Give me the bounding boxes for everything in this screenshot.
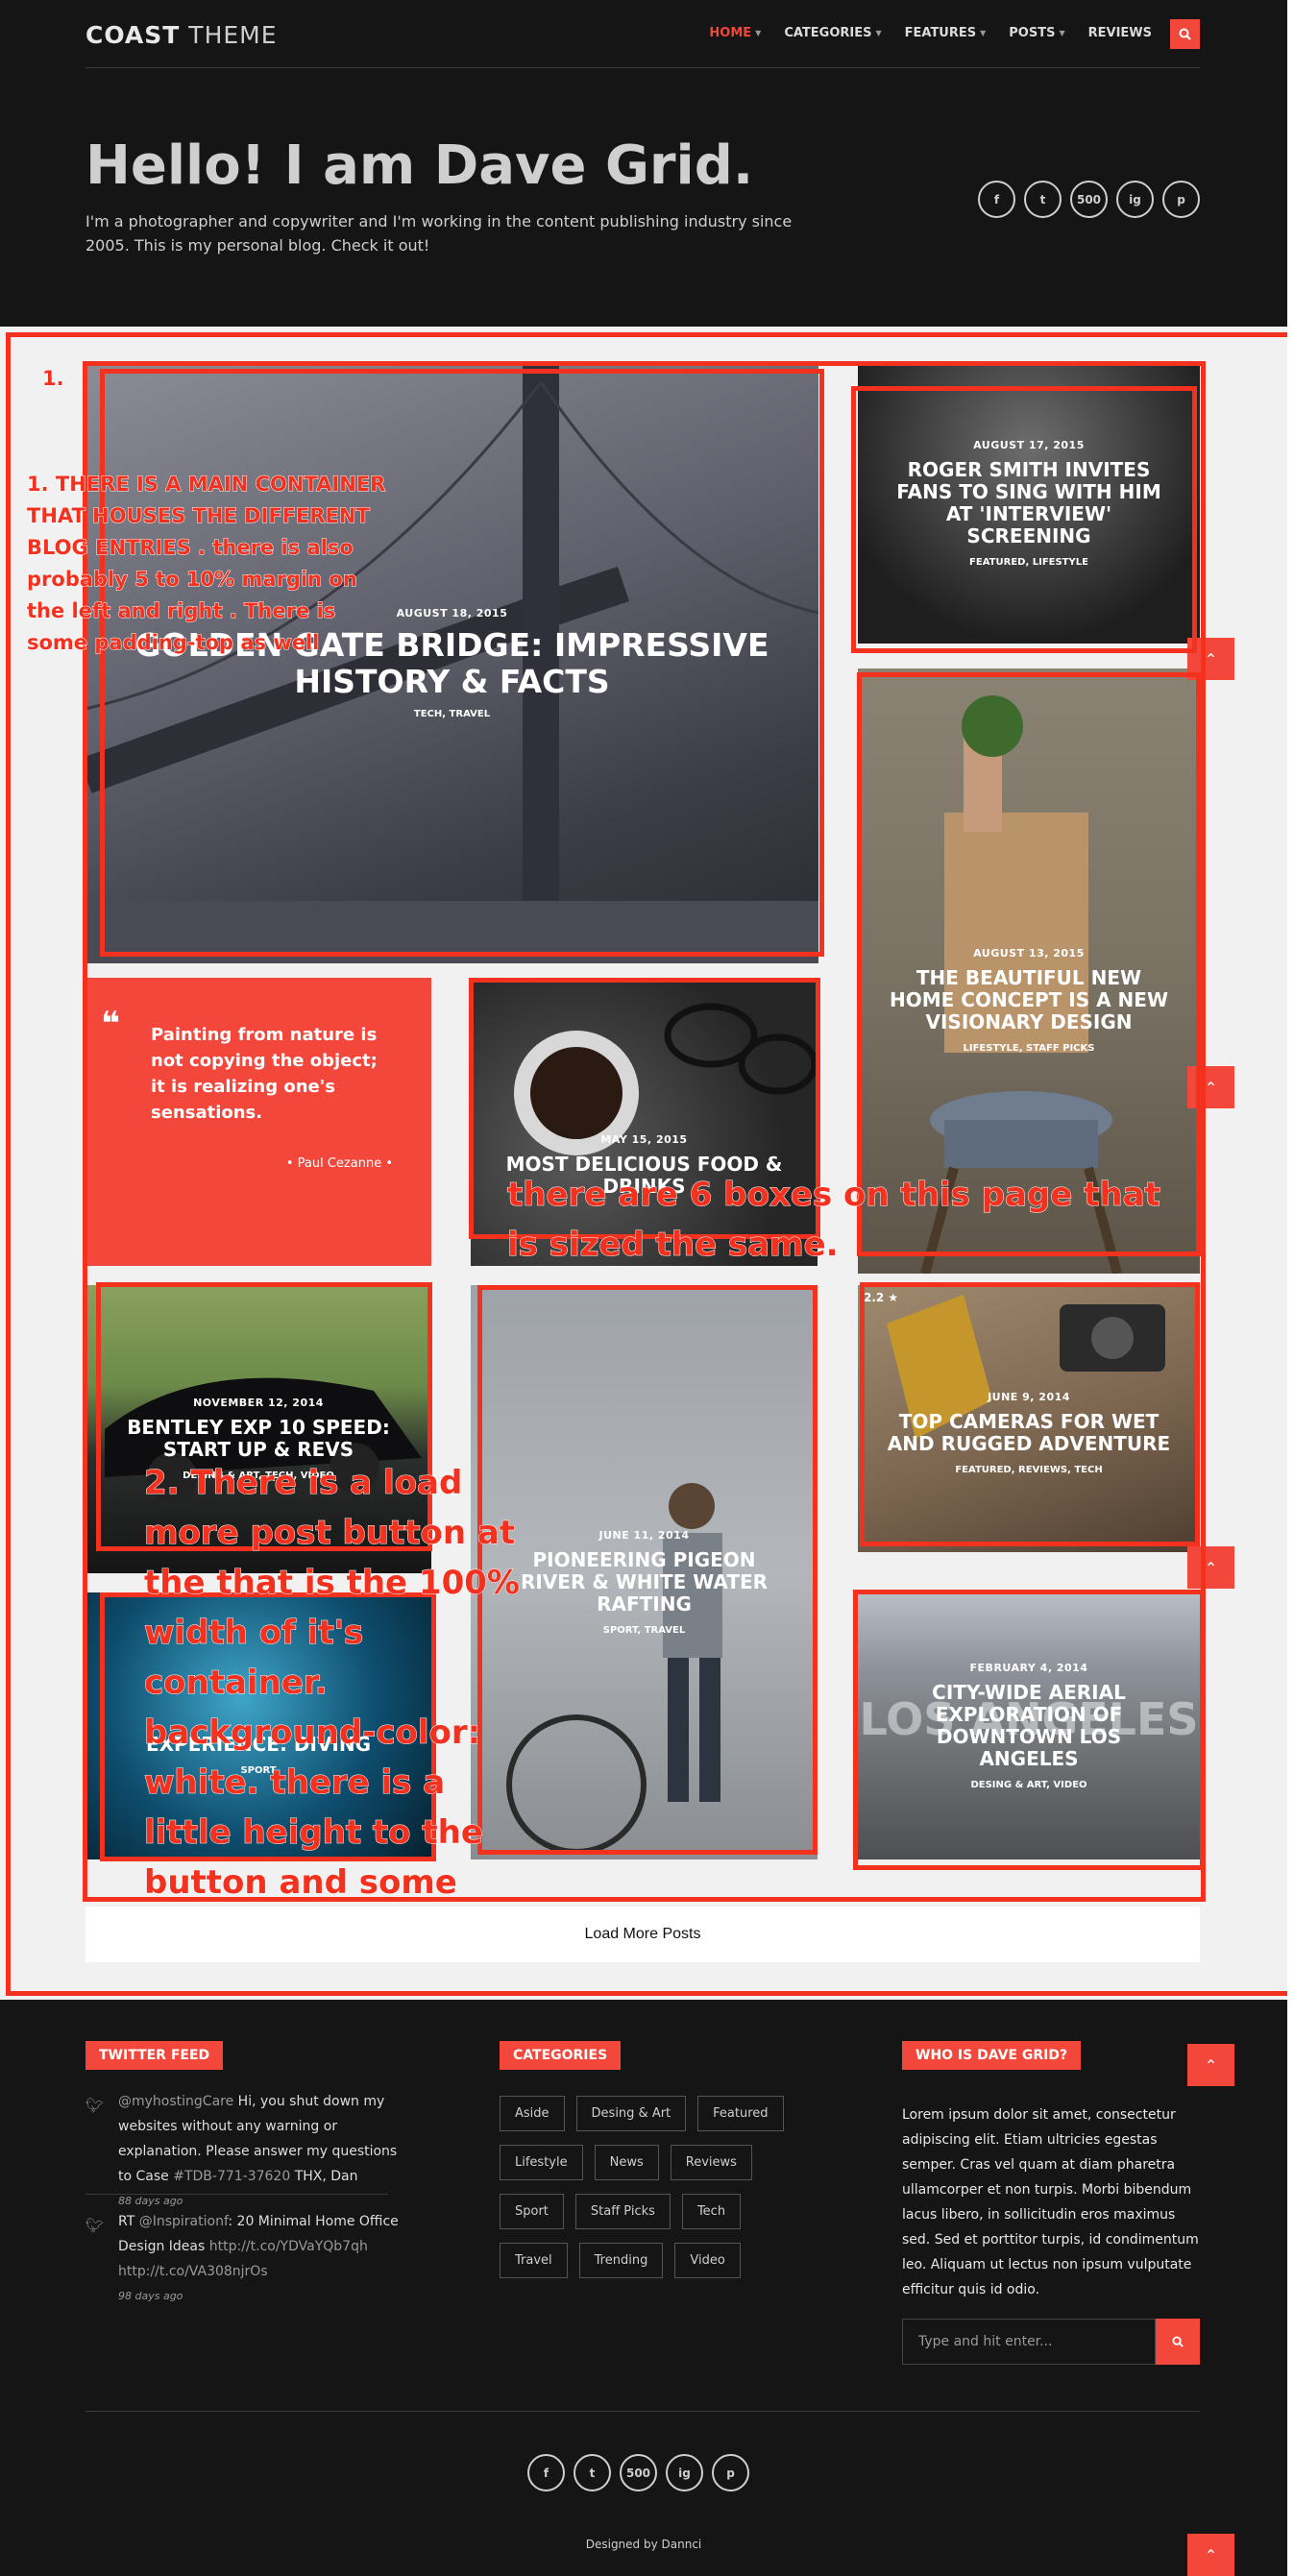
tweet-item: 🐦︎ RT @Inspirationf: 20 Minimal Home Off… (85, 2209, 403, 2309)
nav-search-button[interactable] (1170, 19, 1200, 49)
page-edge (1287, 0, 1294, 2576)
tweet-link[interactable]: #TDB-771-37620 (173, 2169, 290, 2184)
category-tag[interactable]: Lifestyle (500, 2145, 583, 2180)
footer-search-input[interactable]: Type and hit enter... (902, 2319, 1156, 2365)
post-roger-smith[interactable]: AUGUST 17, 2015 ROGER SMITH INVITES FANS… (858, 363, 1200, 644)
header-social-links: f t 500 ig p (978, 181, 1200, 218)
facebook-icon[interactable]: f (978, 181, 1015, 218)
post-golden-gate[interactable]: AUGUST 18, 2015 GOLDEN GATE BRIDGE: IMPR… (85, 363, 818, 963)
twitter-bird-icon: 🐦︎ (85, 2097, 105, 2114)
annotation-number-1: 1. (42, 367, 65, 391)
500px-icon[interactable]: 500 (1070, 181, 1108, 218)
post-date: NOVEMBER 12, 2014 (193, 1397, 324, 1409)
footer-credit: Designed by Dannci (585, 2538, 702, 2551)
category-tag[interactable]: Desing & Art (575, 2096, 687, 2131)
scroll-up-button[interactable]: ⌃ (1187, 2534, 1234, 2576)
categories-title: CATEGORIES (500, 2041, 622, 2070)
about-title: WHO IS DAVE GRID? (902, 2041, 1082, 2070)
site-logo[interactable]: COAST THEME (85, 21, 278, 49)
tweet-divider (85, 2194, 388, 2195)
post-title[interactable]: BENTLEY EXP 10 SPEED: START UP & REVS (85, 1417, 431, 1461)
post-date: FEBRUARY 4, 2014 (969, 1662, 1088, 1674)
main-posts-container: AUGUST 18, 2015 GOLDEN GATE BRIDGE: IMPR… (0, 327, 1294, 2000)
post-title[interactable]: CITY-WIDE AERIAL EXPLORATION OF DOWNTOWN… (858, 1682, 1200, 1770)
chevron-down-icon: ▼ (1059, 29, 1065, 37)
tweet-prefix: RT (118, 2214, 139, 2229)
quote-card: ❝ Painting from nature is not copying th… (85, 978, 431, 1266)
pinterest-icon[interactable]: p (1162, 181, 1200, 218)
nav-features[interactable]: FEATURES ▼ (905, 26, 987, 40)
footer-divider (85, 2411, 1200, 2412)
category-tag[interactable]: Aside (500, 2096, 565, 2131)
category-tag[interactable]: Tech (681, 2194, 742, 2229)
category-tag[interactable]: Staff Picks (574, 2194, 671, 2229)
post-categories[interactable]: FEATURED, LIFESTYLE (858, 557, 1200, 568)
footer-search-button[interactable] (1156, 2319, 1200, 2365)
annotation-note-2: 2. There is a load more post button at t… (144, 1464, 521, 1953)
top-navbar: COAST THEME HOME ▼ CATEGORIES ▼ FEATURES ▼ … (85, 0, 1200, 68)
post-date: MAY 15, 2015 (600, 1132, 688, 1146)
nav-categories[interactable]: CATEGORIES ▼ (784, 26, 881, 40)
chevron-down-icon: ▼ (755, 29, 762, 37)
category-tag[interactable]: News (594, 2145, 659, 2180)
scroll-up-button[interactable]: ⌃ (1187, 638, 1234, 680)
twitter-icon[interactable]: t (574, 2454, 611, 2491)
search-icon (1172, 2336, 1184, 2347)
tweet-handle[interactable]: @Inspirationf (139, 2214, 229, 2229)
nav-reviews[interactable]: REVIEWS (1088, 26, 1152, 40)
twitter-feed-title: TWITTER FEED (85, 2041, 224, 2070)
load-more-button[interactable]: Load More Posts (85, 1907, 1200, 1962)
about-text: Lorem ipsum dolor sit amet, consectetur … (902, 2107, 1199, 2297)
nav-posts[interactable]: POSTS ▼ (1009, 26, 1064, 40)
category-tags: Aside Desing & Art Featured Lifestyle Ne… (500, 2096, 788, 2278)
twitter-icon[interactable]: t (1024, 181, 1062, 218)
annotation-note-1: 1. THERE IS A MAIN CONTAINER THAT HOUSES… (27, 473, 386, 655)
scroll-up-button[interactable]: ⌃ (1187, 2044, 1234, 2086)
post-categories[interactable]: DESING & ART, VIDEO (858, 1780, 1200, 1790)
post-title[interactable]: ROGER SMITH INVITES FANS TO SING WITH HI… (858, 459, 1200, 547)
post-date: AUGUST 17, 2015 (973, 439, 1085, 451)
tweet-time: 98 days ago (118, 2290, 183, 2302)
footer-social-links: f t 500 ig p (527, 2454, 749, 2491)
tweet-tail: THX, Dan (290, 2169, 358, 2184)
rating-badge: 2.2 ★ (864, 1291, 899, 1304)
scroll-up-button[interactable]: ⌃ (1187, 1066, 1234, 1108)
quote-author: • Paul Cezanne • (285, 1156, 393, 1171)
tweet-item: 🐦︎ @myhostingCare Hi, you shut down my w… (85, 2089, 403, 2214)
chevron-down-icon: ▼ (980, 29, 987, 37)
category-tag[interactable]: Featured (697, 2096, 784, 2131)
post-categories[interactable]: FEATURED, REVIEWS, TECH (858, 1465, 1200, 1475)
post-categories[interactable]: TECH, TRAVEL (85, 709, 818, 719)
facebook-icon[interactable]: f (527, 2454, 565, 2491)
hero-subtitle: I'm a photographer and copywriter and I'… (85, 212, 793, 255)
quote-icon: ❝ (101, 1005, 120, 1043)
category-tag[interactable]: Reviews (670, 2145, 752, 2180)
tweet-handle[interactable]: @myhostingCare (118, 2094, 233, 2109)
category-tag[interactable]: Video (674, 2243, 741, 2278)
post-los-angeles[interactable]: LOS ANGELES FEBRUARY 4, 2014 CITY-WIDE A… (858, 1592, 1200, 1859)
post-title[interactable]: TOP CAMERAS FOR WET AND RUGGED ADVENTURE (858, 1411, 1200, 1455)
post-categories[interactable]: LIFESTYLE, STAFF PICKS (858, 1043, 1200, 1054)
category-tag[interactable]: Sport (500, 2194, 564, 2229)
category-tag[interactable]: Trending (578, 2243, 664, 2278)
twitter-bird-icon: 🐦︎ (85, 2217, 105, 2234)
annotation-note-boxes: there are 6 boxes on this page that is s… (507, 1176, 1161, 1265)
500px-icon[interactable]: 500 (620, 2454, 657, 2491)
post-top-cameras[interactable]: 2.2 ★ JUNE 9, 2014 TOP CAMERAS FOR WET A… (858, 1285, 1200, 1552)
hero-title: Hello! I am Dave Grid. (85, 134, 754, 197)
instagram-icon[interactable]: ig (1116, 181, 1154, 218)
category-tag[interactable]: Travel (500, 2243, 568, 2278)
post-date: JUNE 9, 2014 (988, 1391, 1070, 1403)
chevron-down-icon: ▼ (875, 29, 882, 37)
nav-home[interactable]: HOME ▼ (709, 26, 761, 40)
post-title[interactable]: THE BEAUTIFUL NEW HOME CONCEPT IS A NEW … (858, 966, 1200, 1033)
search-icon (1179, 28, 1191, 40)
post-date: AUGUST 13, 2015 (973, 946, 1085, 960)
quote-text: Painting from nature is not copying the … (151, 1025, 378, 1123)
instagram-icon[interactable]: ig (666, 2454, 703, 2491)
scroll-up-button[interactable]: ⌃ (1187, 1546, 1234, 1589)
pinterest-icon[interactable]: p (712, 2454, 749, 2491)
main-nav: HOME ▼ CATEGORIES ▼ FEATURES ▼ POSTS ▼ REVIE… (709, 26, 1152, 40)
